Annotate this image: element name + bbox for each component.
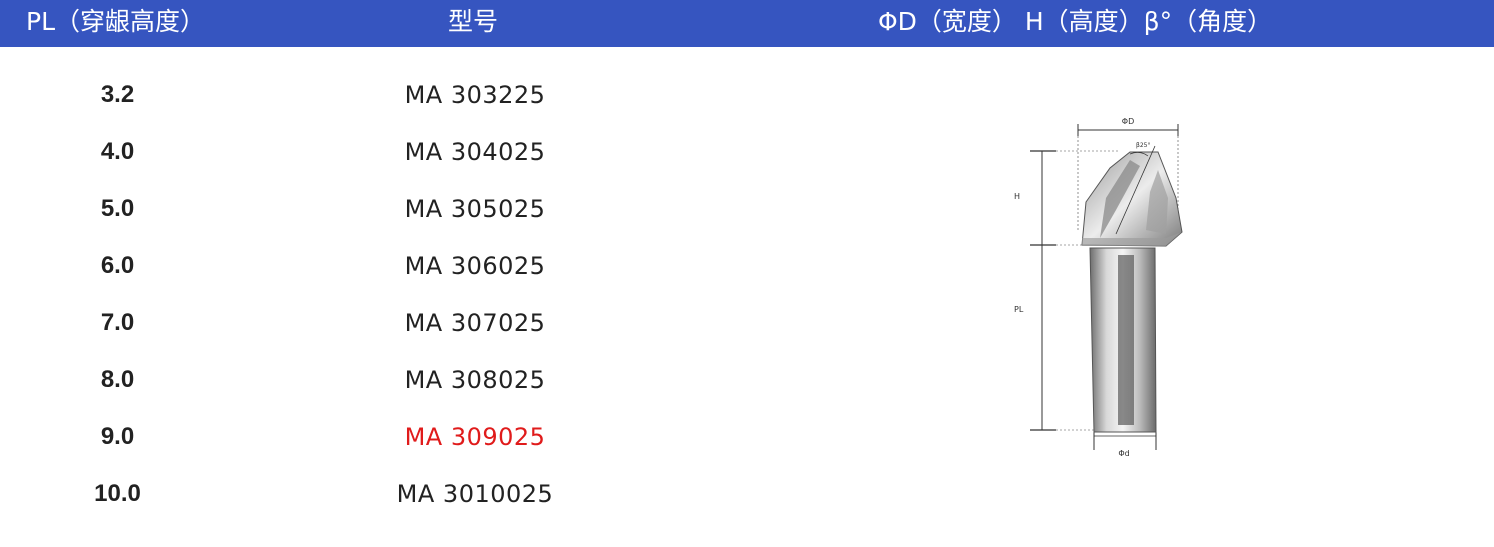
model-number: MA 304025 (404, 138, 546, 166)
model-number: MA 3010025 (396, 480, 554, 508)
table-row: 4.0 MA 304025 (0, 132, 800, 172)
pl-value: 7.0 (100, 309, 135, 336)
model-number: MA 305025 (404, 195, 546, 223)
table-header: PL（穿龈高度） 型号 ΦD（宽度） H（高度）β°（角度） (0, 0, 1494, 47)
label-PL: PL (1014, 305, 1024, 314)
dimension-d-bottom: Φd (1093, 430, 1157, 458)
pl-value: 8.0 (100, 366, 135, 393)
pl-value: 3.2 (100, 81, 135, 108)
model-number-highlighted: MA 309025 (404, 423, 546, 451)
table-row: 3.2 MA 303225 (0, 75, 800, 115)
pl-value: 10.0 (94, 480, 141, 507)
dimension-pl: PL (1014, 245, 1094, 431)
table-row: 10.0 MA 3010025 (0, 474, 800, 514)
header-dimensions: ΦD（宽度） H（高度）β°（角度） (878, 7, 1273, 36)
model-number: MA 303225 (404, 81, 546, 109)
label-angle: β25° (1136, 142, 1150, 149)
model-number: MA 306025 (404, 252, 546, 280)
label-H: H (1014, 192, 1020, 201)
table-row: 8.0 MA 308025 (0, 360, 800, 400)
abutment-drawing: ΦD H PL Φd β25° (990, 110, 1220, 470)
header-model: 型号 (448, 7, 499, 36)
table-row: 6.0 MA 306025 (0, 246, 800, 286)
model-number: MA 307025 (404, 309, 546, 337)
header-pl: PL（穿龈高度） (26, 7, 206, 36)
abutment-body: β25° (1081, 142, 1183, 433)
pl-value: 9.0 (100, 423, 135, 450)
table-row: 5.0 MA 305025 (0, 189, 800, 229)
label-phi-D: ΦD (1122, 117, 1134, 126)
table-row: 7.0 MA 307025 (0, 303, 800, 343)
label-phi-d: Φd (1118, 449, 1129, 458)
model-number: MA 308025 (404, 366, 546, 394)
table-row: 9.0 MA 309025 (0, 417, 800, 457)
pl-value: 4.0 (100, 138, 135, 165)
pl-value: 6.0 (100, 252, 135, 279)
pl-value: 5.0 (100, 195, 135, 222)
